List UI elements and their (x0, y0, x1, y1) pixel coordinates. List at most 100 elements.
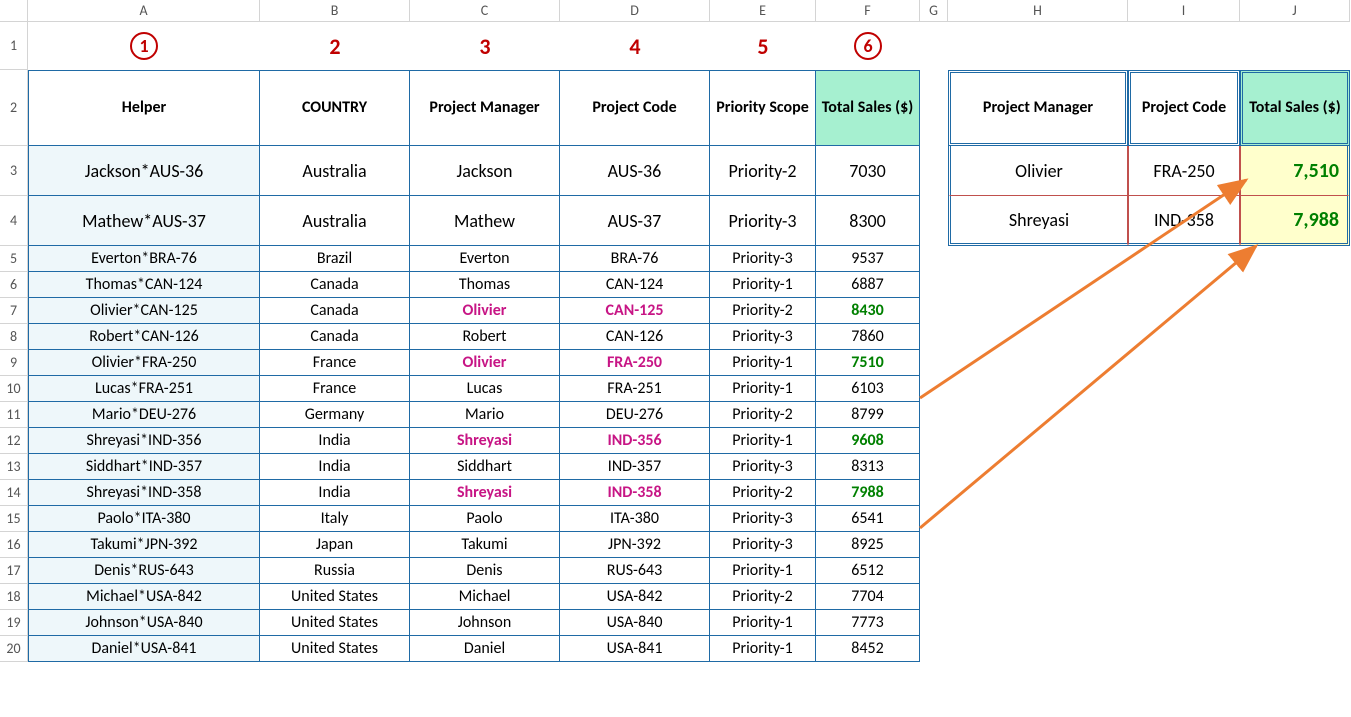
cell-country[interactable]: Australia (260, 146, 410, 196)
cell-sales[interactable]: 6541 (816, 506, 920, 532)
cell-code[interactable]: IND-356 (560, 428, 710, 454)
row-header-10[interactable]: 10 (0, 376, 28, 402)
cell-pm[interactable]: Shreyasi (410, 480, 560, 506)
row-header-2[interactable]: 2 (0, 70, 28, 146)
col-header-D[interactable]: D (560, 0, 710, 22)
cell-helper[interactable]: Mathew*AUS-37 (28, 196, 260, 246)
cell-priority[interactable]: Priority-1 (710, 428, 816, 454)
cell-priority[interactable]: Priority-2 (710, 402, 816, 428)
cell-code[interactable]: AUS-37 (560, 196, 710, 246)
col-header-A[interactable]: A (28, 0, 260, 22)
cell-country[interactable]: India (260, 454, 410, 480)
header-country[interactable]: COUNTRY (260, 70, 410, 146)
cell-sales[interactable]: 7704 (816, 584, 920, 610)
cell-helper[interactable]: Denis*RUS-643 (28, 558, 260, 584)
cell-pm[interactable]: Mathew (410, 196, 560, 246)
cell-country[interactable]: Canada (260, 298, 410, 324)
cell-sales[interactable]: 8452 (816, 636, 920, 662)
col-header-H[interactable]: H (948, 0, 1128, 22)
lookup-header-code[interactable]: Project Code (1128, 70, 1240, 146)
cell-priority[interactable]: Priority-2 (710, 584, 816, 610)
cell-country[interactable]: Australia (260, 196, 410, 246)
cell-country[interactable]: France (260, 376, 410, 402)
cell-priority[interactable]: Priority-1 (710, 558, 816, 584)
cell-sales[interactable]: 6887 (816, 272, 920, 298)
cell-code[interactable]: DEU-276 (560, 402, 710, 428)
row-header-14[interactable]: 14 (0, 480, 28, 506)
cell-helper[interactable]: Johnson*USA-840 (28, 610, 260, 636)
lookup-header-sales[interactable]: Total Sales ($) (1240, 70, 1350, 146)
cell-pm[interactable]: Daniel (410, 636, 560, 662)
row-header-19[interactable]: 19 (0, 610, 28, 636)
cell-country[interactable]: United States (260, 610, 410, 636)
cell-priority[interactable]: Priority-2 (710, 146, 816, 196)
cell-country[interactable]: Germany (260, 402, 410, 428)
lookup-code[interactable]: IND-358 (1128, 196, 1240, 246)
cell-country[interactable]: Canada (260, 324, 410, 350)
header-priority-scope[interactable]: Priority Scope (710, 70, 816, 146)
cell-country[interactable]: Canada (260, 272, 410, 298)
row-header-18[interactable]: 18 (0, 584, 28, 610)
cell-code[interactable]: USA-840 (560, 610, 710, 636)
cell-code[interactable]: USA-841 (560, 636, 710, 662)
col-header-I[interactable]: I (1128, 0, 1240, 22)
cell-helper[interactable]: Takumi*JPN-392 (28, 532, 260, 558)
cell-sales[interactable]: 8799 (816, 402, 920, 428)
cell-country[interactable]: India (260, 428, 410, 454)
row-header-20[interactable]: 20 (0, 636, 28, 662)
cell-code[interactable]: FRA-250 (560, 350, 710, 376)
cell-country[interactable]: United States (260, 584, 410, 610)
cell-priority[interactable]: Priority-1 (710, 376, 816, 402)
row-header-5[interactable]: 5 (0, 246, 28, 272)
row-header-3[interactable]: 3 (0, 146, 28, 196)
row-header-15[interactable]: 15 (0, 506, 28, 532)
cell-pm[interactable]: Mario (410, 402, 560, 428)
row-header-7[interactable]: 7 (0, 298, 28, 324)
cell-pm[interactable]: Siddhart (410, 454, 560, 480)
col-header-G[interactable]: G (920, 0, 948, 22)
cell-pm[interactable]: Jackson (410, 146, 560, 196)
cell-pm[interactable]: Johnson (410, 610, 560, 636)
cell-country[interactable]: France (260, 350, 410, 376)
header-helper[interactable]: Helper (28, 70, 260, 146)
cell-code[interactable]: ITA-380 (560, 506, 710, 532)
cell-pm[interactable]: Everton (410, 246, 560, 272)
lookup-sales[interactable]: 7,510 (1240, 146, 1350, 196)
row-header-1[interactable]: 1 (0, 22, 28, 70)
cell-country[interactable]: Italy (260, 506, 410, 532)
cell-pm[interactable]: Takumi (410, 532, 560, 558)
col-header-J[interactable]: J (1240, 0, 1350, 22)
cell-code[interactable]: JPN-392 (560, 532, 710, 558)
row-header-9[interactable]: 9 (0, 350, 28, 376)
cell-pm[interactable]: Olivier (410, 350, 560, 376)
lookup-pm[interactable]: Olivier (948, 146, 1128, 196)
col-header-B[interactable]: B (260, 0, 410, 22)
cell-code[interactable]: FRA-251 (560, 376, 710, 402)
cell-code[interactable]: USA-842 (560, 584, 710, 610)
cell-sales[interactable]: 9608 (816, 428, 920, 454)
cell-helper[interactable]: Olivier*CAN-125 (28, 298, 260, 324)
cell-priority[interactable]: Priority-3 (710, 454, 816, 480)
cell-code[interactable]: AUS-36 (560, 146, 710, 196)
col-header-F[interactable]: F (816, 0, 920, 22)
cell-priority[interactable]: Priority-1 (710, 610, 816, 636)
lookup-code[interactable]: FRA-250 (1128, 146, 1240, 196)
cell-pm[interactable]: Lucas (410, 376, 560, 402)
cell-helper[interactable]: Olivier*FRA-250 (28, 350, 260, 376)
row-header-13[interactable]: 13 (0, 454, 28, 480)
cell-code[interactable]: RUS-643 (560, 558, 710, 584)
cell-helper[interactable]: Lucas*FRA-251 (28, 376, 260, 402)
cell-helper[interactable]: Robert*CAN-126 (28, 324, 260, 350)
cell-pm[interactable]: Shreyasi (410, 428, 560, 454)
cell-priority[interactable]: Priority-1 (710, 350, 816, 376)
cell-helper[interactable]: Shreyasi*IND-358 (28, 480, 260, 506)
cell-priority[interactable]: Priority-1 (710, 636, 816, 662)
cell-helper[interactable]: Shreyasi*IND-356 (28, 428, 260, 454)
cell-country[interactable]: Brazil (260, 246, 410, 272)
lookup-header-pm[interactable]: Project Manager (948, 70, 1128, 146)
lookup-pm[interactable]: Shreyasi (948, 196, 1128, 246)
cell-pm[interactable]: Thomas (410, 272, 560, 298)
cell-sales[interactable]: 7860 (816, 324, 920, 350)
cell-sales[interactable]: 8313 (816, 454, 920, 480)
row-header-16[interactable]: 16 (0, 532, 28, 558)
